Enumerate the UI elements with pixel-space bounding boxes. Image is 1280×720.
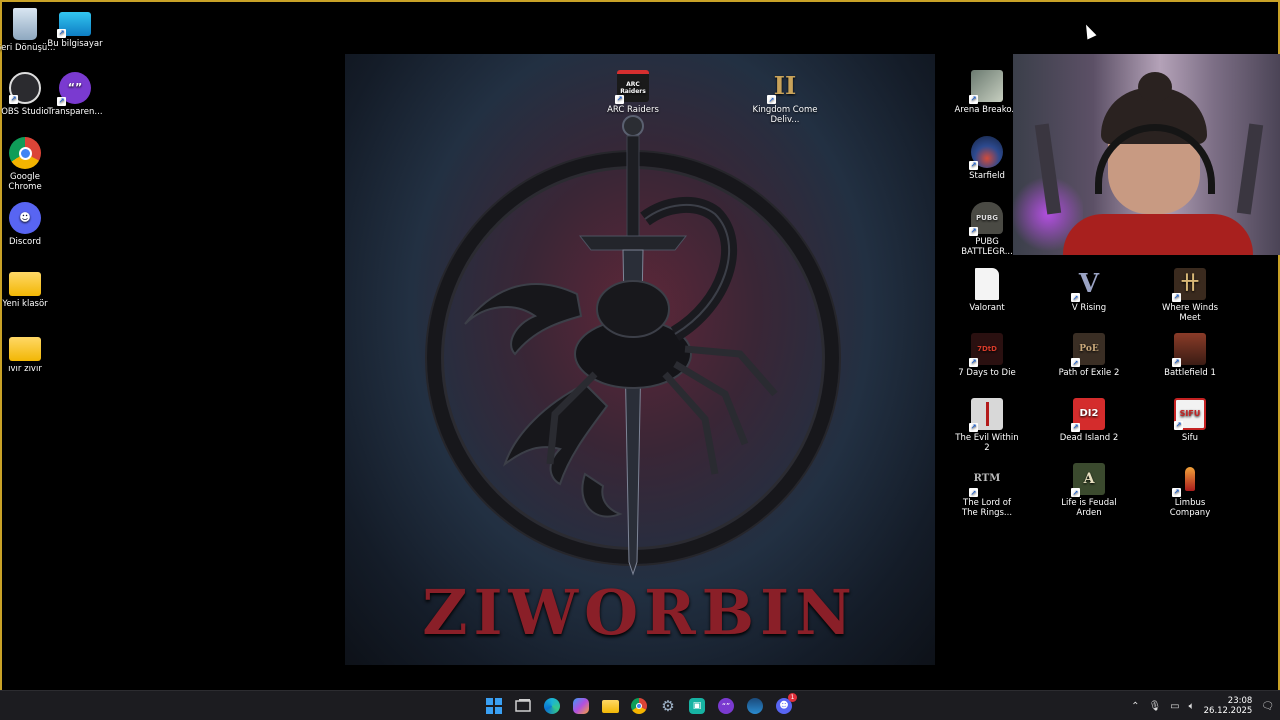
seven-days-icon: 7DtD ↗ <box>969 333 1003 367</box>
file-icon <box>975 268 999 300</box>
taskbar-chrome[interactable] <box>628 696 650 716</box>
kingdom-come-icon: II ↗ <box>767 71 797 104</box>
notification-icon[interactable]: 🗨︎ <box>1261 701 1274 712</box>
desktop-icon-life-is-feudal[interactable]: A ↗ Life is Feudal Arden <box>1056 463 1122 518</box>
desktop-icon-evil-within[interactable]: ↗ The Evil Within 2 <box>954 398 1020 453</box>
desktop-icon-v-rising[interactable]: V ↗ V Rising <box>1056 268 1122 313</box>
desktop-icon-ivir-zivir[interactable]: ıvır zıvır <box>0 333 58 374</box>
clock-date: 26.12.2025 <box>1203 706 1253 716</box>
dead-island-icon: DI2 ↗ <box>1071 398 1105 432</box>
v-rising-icon: V ↗ <box>1071 269 1100 302</box>
taskbar-copilot[interactable] <box>570 696 592 716</box>
webcam-person-bun <box>1138 72 1172 102</box>
chat-bubble-icon: “” ↗ <box>57 72 91 106</box>
life-is-feudal-icon: A ↗ <box>1071 463 1105 497</box>
desktop-icon-7-days[interactable]: 7DtD ↗ 7 Days to Die <box>954 333 1020 378</box>
microphone-icon[interactable]: 🎙︎ <box>1148 701 1161 712</box>
desktop-icon-kingdom-come[interactable]: II ↗ Kingdom Come Deliv... <box>752 70 818 126</box>
app-teal-icon: ▣ <box>689 698 705 714</box>
taskbar-edge[interactable] <box>541 696 563 716</box>
folder-icon <box>601 699 619 713</box>
desktop-icon-limbus[interactable]: ↗ Limbus Company <box>1157 463 1223 518</box>
desktop-icon-starfield[interactable]: ↗ Starfield <box>954 136 1020 181</box>
taskbar-settings[interactable]: ⚙ <box>657 696 679 716</box>
discord-icon: ☻ <box>9 202 41 234</box>
desktop-icon-arc-raiders[interactable]: ARC Raiders ↗ ARC Raiders <box>600 70 666 115</box>
clock-time: 23:08 <box>1227 696 1253 706</box>
network-icon[interactable]: ▭ <box>1170 701 1179 712</box>
task-view-button[interactable] <box>512 696 534 716</box>
evil-within-icon: ↗ <box>969 398 1003 432</box>
desktop-icon-sifu[interactable]: SIFU ↗ Sifu <box>1157 398 1223 443</box>
path-of-exile-icon: PoE ↗ <box>1071 333 1105 367</box>
desktop-icon-path-of-exile[interactable]: PoE ↗ Path of Exile 2 <box>1056 333 1122 378</box>
copilot-icon <box>573 698 589 714</box>
folder-icon <box>9 272 41 296</box>
webcam-overlay <box>1013 54 1280 255</box>
desktop-icon-valorant[interactable]: Valorant <box>954 268 1020 313</box>
limbus-company-icon: ↗ <box>1172 463 1206 497</box>
folder-icon <box>9 337 41 361</box>
taskbar-steam[interactable] <box>744 696 766 716</box>
arc-raiders-icon: ARC Raiders ↗ <box>615 70 649 104</box>
desktop-icon-discord[interactable]: ☻ Discord <box>0 202 58 247</box>
starfield-icon: ↗ <box>969 136 1003 170</box>
desktop-icon-new-folder[interactable]: Yeni klasör <box>0 268 58 309</box>
taskbar-clock[interactable]: 23:08 26.12.2025 <box>1204 696 1253 716</box>
desktop-icon-dead-island[interactable]: DI2 ↗ Dead Island 2 <box>1056 398 1122 443</box>
webcam-person-body <box>1063 214 1253 255</box>
system-tray: ⌃ 🎙︎ ▭ 🔈︎ 23:08 26.12.2025 🗨︎ <box>1131 691 1274 720</box>
obs-icon: ↗ <box>9 72 41 104</box>
taskbar-file-explorer[interactable] <box>599 696 621 716</box>
sifu-icon: SIFU ↗ <box>1174 398 1206 430</box>
desktop-icon-chrome[interactable]: Google Chrome <box>0 137 58 192</box>
taskbar-discord[interactable]: ☻ 1 <box>773 693 797 716</box>
desktop-icon-pubg[interactable]: PUBG ↗ PUBG BATTLEGR... <box>954 202 1020 257</box>
desktop-icon-transparent[interactable]: “” ↗ Transparen... <box>42 72 108 117</box>
monitor-icon: ↗ <box>57 12 91 38</box>
desktop-icon-this-pc[interactable]: ↗ Bu bilgisayar <box>42 8 108 49</box>
windows-icon <box>486 698 502 714</box>
webcam-background-gun <box>1236 123 1264 215</box>
edge-icon <box>544 698 560 714</box>
notification-badge: 1 <box>788 693 797 702</box>
lotr-icon: RTM ↗ <box>969 473 1001 497</box>
task-view-icon <box>515 699 531 712</box>
taskbar-app-teal[interactable]: ▣ <box>686 696 708 716</box>
chrome-icon <box>9 137 41 169</box>
desktop-icon-arena-breakout[interactable]: ↗ Arena Breako... <box>954 70 1020 115</box>
chevron-up-icon[interactable]: ⌃ <box>1131 701 1139 712</box>
chat-bubble-icon: “” <box>718 698 734 714</box>
taskbar-transparent[interactable]: “” <box>715 696 737 716</box>
battlefield-icon: ↗ <box>1172 333 1206 367</box>
chrome-icon <box>631 698 647 714</box>
taskbar: ⚙ ▣ “” ☻ 1 ⌃ 🎙︎ ▭ 🔈︎ 23:08 26.12.2025 🗨︎ <box>0 690 1280 720</box>
start-button[interactable] <box>483 696 505 716</box>
scorpion-dagger-art <box>464 115 778 576</box>
arena-breakout-icon: ↗ <box>969 70 1003 104</box>
taskbar-pinned-apps: ⚙ ▣ “” ☻ 1 <box>483 693 797 716</box>
where-winds-meet-icon: 卄 ↗ <box>1172 268 1206 302</box>
desktop-icon-battlefield-1[interactable]: ↗ Battlefield 1 <box>1157 333 1223 378</box>
desktop-icon-where-winds-meet[interactable]: 卄 ↗ Where Winds Meet <box>1157 268 1223 323</box>
wallpaper-title: ZIWORBIN <box>422 576 858 649</box>
recycle-bin-icon <box>13 8 37 40</box>
pubg-helmet-icon: PUBG ↗ <box>969 202 1003 236</box>
gear-icon: ⚙ <box>661 697 675 715</box>
wallpaper-art: ZIWORBIN <box>345 54 935 665</box>
volume-icon[interactable]: 🔈︎ <box>1189 701 1195 712</box>
steam-icon <box>747 698 763 714</box>
desktop-icon-lotr[interactable]: RTM ↗ The Lord of The Rings... <box>954 463 1020 519</box>
